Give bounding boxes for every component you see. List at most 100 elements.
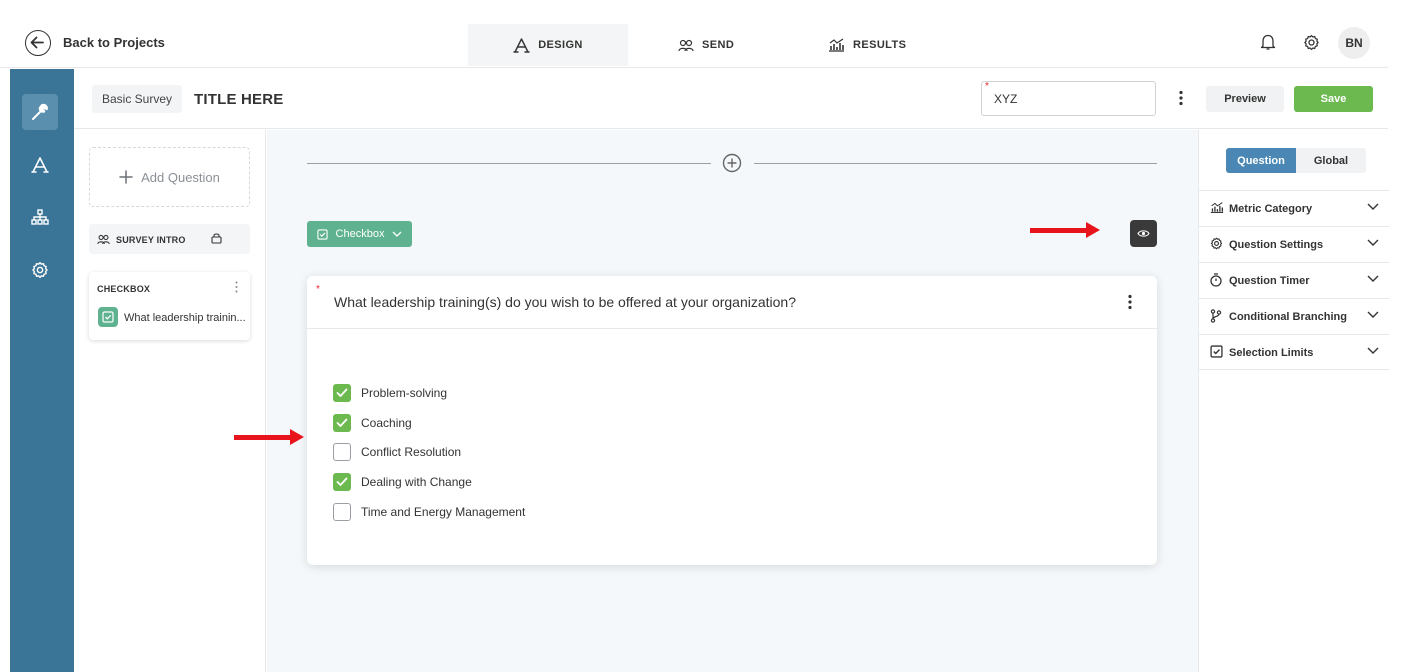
rail-tools-button[interactable]: [22, 94, 58, 130]
annotation-arrowhead: [290, 429, 304, 445]
tab-results[interactable]: RESULTS: [828, 24, 906, 66]
add-question-label: Add Question: [141, 169, 220, 185]
question-type-label: CHECKBOX: [97, 284, 151, 294]
divider: [307, 328, 1157, 329]
bell-icon[interactable]: [1260, 33, 1276, 51]
tab-global[interactable]: Global: [1296, 148, 1366, 173]
eye-icon: [1137, 229, 1150, 238]
tab-send-label: SEND: [702, 39, 735, 51]
survey-name-field[interactable]: XYZ: [981, 81, 1156, 116]
tab-results-label: RESULTS: [853, 39, 907, 51]
option-row[interactable]: Conflict Resolution: [333, 442, 461, 462]
option-label: Problem-solving: [361, 386, 448, 400]
option-label: Dealing with Change: [361, 475, 472, 489]
check-icon: [336, 477, 348, 486]
add-circle-icon[interactable]: [722, 153, 742, 173]
design-icon: [513, 37, 530, 53]
accordion-question-timer[interactable]: Question Timer: [1199, 262, 1389, 298]
checkbox-icon: [1210, 345, 1223, 358]
question-card[interactable]: * What leadership training(s) do you wis…: [307, 276, 1157, 565]
accordion-selection-limits[interactable]: Selection Limits: [1199, 334, 1389, 370]
left-rail: [10, 69, 74, 672]
tab-question[interactable]: Question: [1226, 148, 1296, 173]
add-question-button[interactable]: Add Question: [89, 147, 250, 207]
gear-icon[interactable]: [1303, 34, 1320, 51]
accordion-label: Conditional Branching: [1229, 311, 1347, 323]
option-row[interactable]: Time and Energy Management: [333, 502, 525, 522]
accordion-conditional-branching[interactable]: Conditional Branching: [1199, 298, 1389, 334]
accordion-label: Question Settings: [1229, 239, 1324, 251]
chevron-down-icon: [1367, 275, 1379, 282]
save-button[interactable]: Save: [1294, 86, 1373, 112]
checkbox-checked[interactable]: [333, 473, 351, 491]
annotation-arrow: [234, 435, 294, 440]
visibility-toggle-button[interactable]: [1130, 220, 1157, 247]
accordion-label: Selection Limits: [1229, 347, 1314, 359]
annotation-arrow: [1030, 228, 1090, 233]
checkbox-unchecked[interactable]: [333, 503, 351, 521]
accordion-label: Question Timer: [1229, 275, 1310, 287]
annotation-arrowhead: [1086, 222, 1100, 238]
option-label: Conflict Resolution: [361, 445, 462, 459]
question-list-text: What leadership trainin...: [124, 312, 246, 324]
rail-design-button[interactable]: [22, 147, 58, 183]
option-row[interactable]: Coaching: [333, 413, 412, 433]
question-list-item[interactable]: CHECKBOX What leadership trainin...: [89, 272, 250, 340]
checkbox-type-icon: [98, 307, 118, 327]
checkbox-checked[interactable]: [333, 414, 351, 432]
rail-settings-button[interactable]: [22, 252, 58, 288]
check-icon: [336, 388, 348, 397]
branch-icon: [1210, 309, 1222, 323]
design-icon: [31, 157, 49, 173]
more-vertical-icon[interactable]: [1179, 90, 1183, 106]
gear-icon: [1210, 237, 1223, 250]
tab-design-label: DESIGN: [538, 39, 583, 51]
design-canvas: Checkbox * What leadership training(s) d…: [267, 130, 1198, 672]
properties-panel: Question Global Metric Category Question…: [1198, 130, 1389, 672]
results-chart-icon: [828, 38, 845, 52]
checkbox-checked[interactable]: [333, 384, 351, 402]
more-vertical-icon[interactable]: [1128, 294, 1132, 310]
survey-type-badge: Basic Survey: [92, 85, 183, 113]
chevron-down-icon: [1367, 239, 1379, 246]
gear-icon: [31, 261, 49, 279]
users-icon: [678, 39, 694, 52]
question-text[interactable]: What leadership training(s) do you wish …: [334, 294, 796, 310]
users-icon: [97, 234, 110, 245]
sitemap-icon: [31, 209, 49, 225]
checkbox-icon: [316, 228, 328, 240]
survey-intro-label: SURVEY INTRO: [116, 235, 186, 245]
question-type-value: Checkbox: [335, 228, 385, 240]
accordion-label: Metric Category: [1229, 203, 1313, 215]
option-row[interactable]: Dealing with Change: [333, 472, 472, 492]
back-arrow-icon[interactable]: [25, 30, 51, 56]
plus-icon: [119, 170, 133, 184]
chevron-down-icon: [1367, 347, 1379, 354]
survey-header: Basic Survey TITLE HERE * XYZ Preview Sa…: [74, 69, 1388, 129]
tab-send[interactable]: SEND: [678, 24, 734, 66]
checkbox-unchecked[interactable]: [333, 443, 351, 461]
back-to-projects-link[interactable]: Back to Projects: [63, 35, 165, 50]
option-label: Time and Energy Management: [361, 505, 526, 519]
accordion-metric-category[interactable]: Metric Category: [1199, 190, 1389, 226]
question-type-dropdown[interactable]: Checkbox: [307, 221, 412, 247]
chevron-down-icon: [392, 231, 402, 237]
preview-button[interactable]: Preview: [1206, 86, 1284, 112]
chevron-down-icon: [1367, 311, 1379, 318]
survey-title[interactable]: TITLE HERE: [194, 91, 284, 108]
more-vertical-icon[interactable]: [235, 281, 238, 293]
survey-intro-item[interactable]: SURVEY INTRO: [89, 224, 250, 254]
wrench-icon: [31, 103, 49, 121]
avatar[interactable]: BN: [1338, 27, 1370, 59]
option-label: Coaching: [361, 416, 412, 430]
check-icon: [336, 418, 348, 427]
tab-design[interactable]: DESIGN: [468, 24, 628, 66]
divider: [754, 163, 1157, 164]
top-bar: Back to Projects DESIGN SEND RESULTS BN: [0, 0, 1388, 68]
rail-sitemap-button[interactable]: [22, 199, 58, 235]
timer-icon: [1210, 273, 1222, 287]
option-row[interactable]: Problem-solving: [333, 383, 447, 403]
metric-chart-icon: [1210, 201, 1224, 214]
accordion-question-settings[interactable]: Question Settings: [1199, 226, 1389, 262]
question-list-panel: Add Question SURVEY INTRO CHECKBOX What …: [74, 130, 266, 672]
